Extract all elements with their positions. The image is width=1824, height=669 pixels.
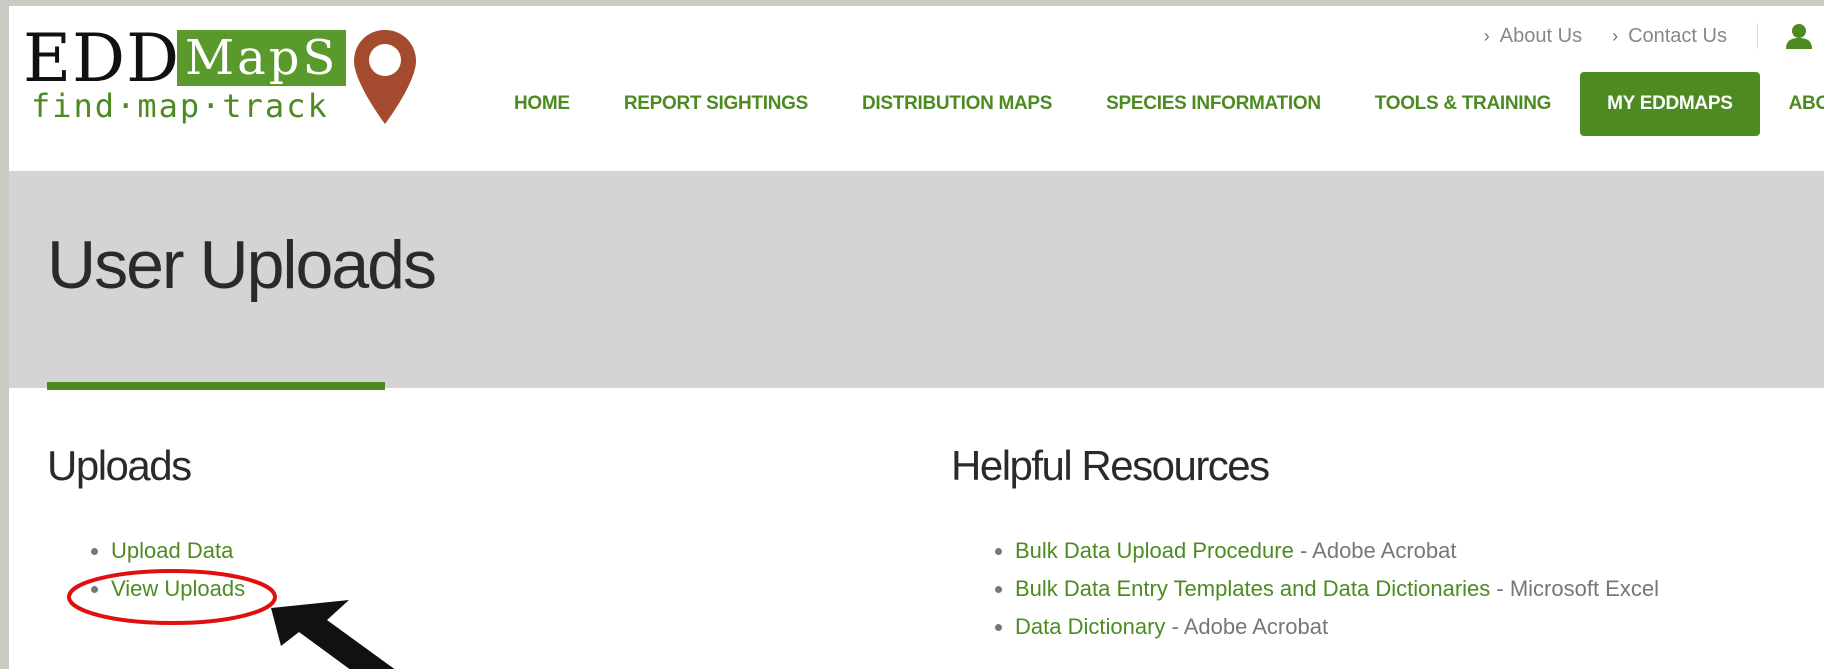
logo-tagline: find·map·track [31, 87, 329, 125]
logo-maps-text: MapS [177, 30, 347, 86]
resources-heading: Helpful Resources [951, 442, 1270, 489]
map-pin-icon [354, 30, 416, 124]
bulk-entry-templates-link[interactable]: Bulk Data Entry Templates and Data Dicti… [1015, 576, 1490, 601]
resources-list: Bulk Data Upload Procedure - Adobe Acrob… [951, 532, 1811, 646]
divider [1757, 23, 1758, 49]
list-item: Data Dictionary - Adobe Acrobat [995, 608, 1811, 646]
logo-edd-text: EDD [23, 20, 181, 97]
nav-distribution-maps[interactable]: DISTRIBUTION MAPS [835, 72, 1079, 136]
nav-species-information[interactable]: SPECIES INFORMATION [1079, 72, 1348, 136]
user-icon[interactable] [1786, 23, 1812, 49]
main-nav: HOME REPORT SIGHTINGS DISTRIBUTION MAPS … [487, 72, 1824, 136]
nav-home[interactable]: HOME [487, 72, 597, 136]
pointer-arrow-icon [271, 600, 395, 669]
list-item: View Uploads [91, 570, 907, 608]
helpful-resources-section: Helpful Resources Bulk Data Upload Proce… [951, 442, 1811, 646]
bulk-upload-procedure-link[interactable]: Bulk Data Upload Procedure [1015, 538, 1294, 563]
contact-us-label: Contact Us [1628, 24, 1727, 47]
contact-us-link[interactable]: › Contact Us [1612, 25, 1727, 48]
title-underline [47, 382, 385, 390]
view-uploads-link[interactable]: View Uploads [111, 576, 245, 601]
page: EDD MapS find·map·track › About Us › Con… [9, 6, 1824, 669]
upload-data-link[interactable]: Upload Data [111, 538, 233, 563]
chevron-right-icon: › [1483, 25, 1490, 46]
chevron-right-icon: › [1612, 25, 1619, 46]
page-title: User Uploads [47, 227, 437, 303]
list-item: Upload Data [91, 532, 907, 570]
file-type-label: - Adobe Acrobat [1165, 614, 1329, 639]
uploads-section: Uploads Upload Data View Uploads [47, 442, 907, 608]
uploads-list: Upload Data View Uploads [47, 532, 907, 608]
nav-tools-training[interactable]: TOOLS & TRAINING [1348, 72, 1578, 136]
about-us-label: About Us [1499, 24, 1583, 47]
page-title-band: User Uploads [9, 171, 1824, 388]
about-us-link[interactable]: › About Us [1484, 25, 1582, 48]
nav-about[interactable]: ABOUT [1762, 72, 1824, 136]
eddmaps-logo[interactable]: EDD MapS find·map·track [23, 20, 423, 130]
list-item: Bulk Data Entry Templates and Data Dicti… [995, 570, 1811, 608]
list-item: Bulk Data Upload Procedure - Adobe Acrob… [995, 532, 1811, 570]
data-dictionary-link[interactable]: Data Dictionary [1015, 614, 1165, 639]
file-type-label: - Adobe Acrobat [1293, 538, 1457, 563]
nav-report-sightings[interactable]: REPORT SIGHTINGS [597, 72, 835, 136]
utility-nav: › About Us › Contact Us [1454, 22, 1812, 50]
uploads-heading: Uploads [47, 442, 192, 489]
nav-my-eddmaps[interactable]: MY EDDMAPS [1580, 72, 1760, 136]
file-type-label: - Microsoft Excel [1490, 576, 1659, 601]
site-header: EDD MapS find·map·track › About Us › Con… [9, 6, 1824, 171]
